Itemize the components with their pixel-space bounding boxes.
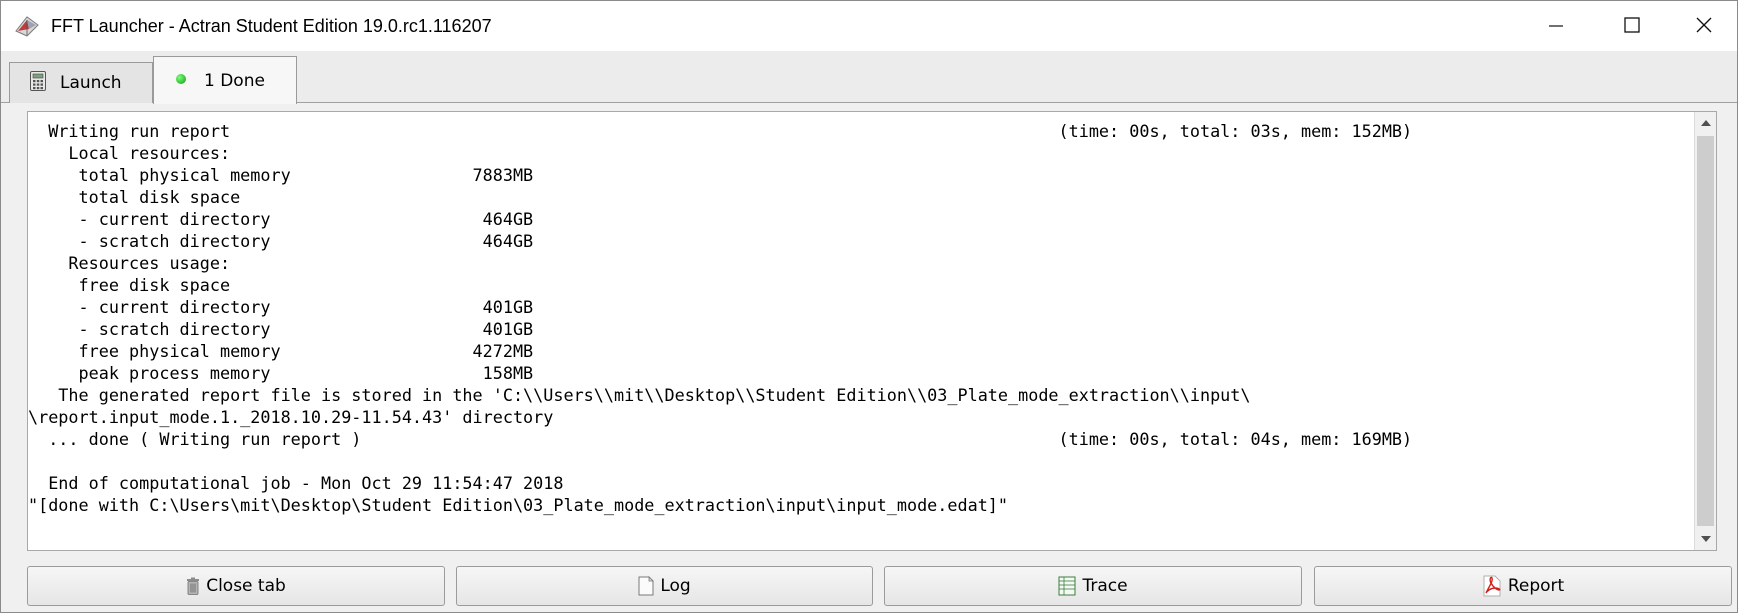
tab-bar: Launch 1 Done: [1, 51, 1737, 104]
trace-label: Trace: [1082, 576, 1128, 596]
close-icon: [1696, 17, 1712, 33]
log-line: peak process memory 158MB: [28, 363, 534, 383]
window-title: FFT Launcher - Actran Student Edition 19…: [51, 16, 492, 36]
close-window-button[interactable]: [1669, 1, 1738, 49]
maximize-icon: [1624, 17, 1640, 33]
tab-launch[interactable]: Launch: [9, 62, 153, 103]
log-line: total disk space: [28, 187, 241, 207]
scroll-up-arrow-icon[interactable]: [1695, 112, 1716, 134]
app-logo-icon: [15, 15, 39, 37]
log-line: End of computational job - Mon Oct 29 11…: [28, 473, 564, 493]
document-icon: [638, 576, 655, 596]
log-label: Log: [660, 576, 691, 596]
log-line: \report.input_mode.1._2018.10.29-11.54.4…: [28, 407, 554, 427]
close-tab-button[interactable]: Close tab: [27, 566, 445, 606]
tab-1-done[interactable]: 1 Done: [153, 56, 297, 104]
trash-can-icon: [186, 577, 200, 595]
log-line: total physical memory 7883MB: [28, 165, 534, 185]
report-label: Report: [1507, 576, 1565, 596]
log-line: - scratch directory 464GB: [28, 231, 534, 251]
minimize-icon: [1549, 25, 1563, 27]
vertical-scrollbar[interactable]: [1694, 112, 1716, 550]
scrollbar-thumb[interactable]: [1697, 136, 1714, 526]
log-line: The generated report file is stored in t…: [28, 385, 1251, 405]
pdf-icon: [1482, 575, 1502, 597]
log-output-text: Writing run report (time: 00s, total: 03…: [28, 120, 1688, 550]
log-line: - current directory 401GB: [28, 297, 534, 317]
maximize-button[interactable]: [1597, 1, 1667, 49]
minimize-button[interactable]: [1521, 1, 1591, 49]
scroll-down-arrow-icon[interactable]: [1695, 528, 1716, 550]
log-line: Writing run report (time: 00s, total: 03…: [28, 121, 1413, 141]
trace-button[interactable]: Trace: [884, 566, 1302, 606]
calculator-icon: [30, 70, 46, 96]
log-line: Resources usage:: [28, 253, 231, 273]
fft-launcher-window: FFT Launcher - Actran Student Edition 19…: [0, 0, 1738, 613]
log-button[interactable]: Log: [456, 566, 873, 606]
close-tab-label: Close tab: [206, 576, 286, 596]
log-line: free physical memory 4272MB: [28, 341, 534, 361]
log-line: free disk space: [28, 275, 231, 295]
log-line: - scratch directory 401GB: [28, 319, 534, 339]
tab-launch-label: Launch: [60, 73, 122, 93]
title-bar: FFT Launcher - Actran Student Edition 19…: [1, 1, 1737, 51]
report-button[interactable]: Report: [1314, 566, 1732, 606]
log-line: Local resources:: [28, 143, 231, 163]
log-line: "[done with C:\Users\mit\Desktop\Student…: [28, 495, 1009, 515]
tab-done-label: 1 Done: [204, 70, 265, 91]
log-line: ... done ( Writing run report ) (time: 0…: [28, 429, 1413, 449]
log-line: - current directory 464GB: [28, 209, 534, 229]
log-output-panel[interactable]: Writing run report (time: 00s, total: 03…: [27, 111, 1717, 551]
green-status-dot-icon: [176, 73, 186, 84]
spreadsheet-icon: [1058, 576, 1076, 596]
